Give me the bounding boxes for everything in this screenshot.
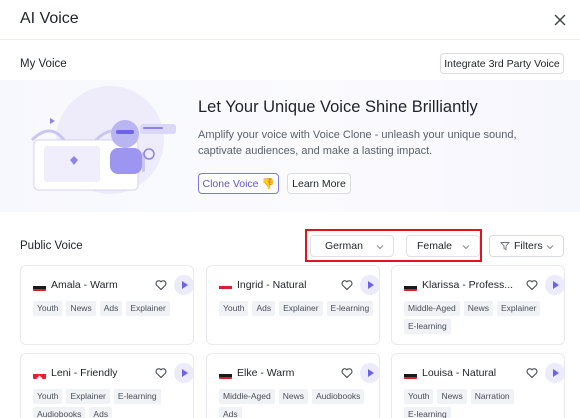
germany-flag-icon <box>33 282 46 291</box>
voice-tag: Youth <box>33 301 63 316</box>
public-voice-label: Public Voice <box>20 240 83 252</box>
language-select[interactable]: German <box>310 235 394 257</box>
voice-card[interactable]: Leni - Friendly Youth Explainer E-learning A… <box>20 353 194 418</box>
voice-tag: Explainer <box>126 301 170 316</box>
play-button[interactable] <box>360 275 380 295</box>
play-icon <box>182 281 188 289</box>
heart-icon[interactable] <box>341 279 353 291</box>
voice-tags: Middle-Aged News Explainer E-learning <box>404 301 564 334</box>
voice-tag: Youth <box>219 301 249 316</box>
dialog-header: AI Voice <box>0 0 580 40</box>
play-icon <box>553 369 559 377</box>
learn-more-button[interactable]: Learn More <box>287 173 351 194</box>
voice-tag: Audiobooks <box>33 407 86 418</box>
voice-tag: Ads <box>252 301 276 316</box>
voice-card[interactable]: Klarissa - Profess... Middle-Aged News Expl… <box>391 265 565 345</box>
voice-name: Amala - Warm <box>51 279 118 291</box>
play-icon <box>368 369 374 377</box>
voice-tag: News <box>66 301 96 316</box>
germany-flag-icon <box>404 370 417 379</box>
close-icon[interactable] <box>552 12 568 28</box>
clone-voice-button[interactable]: Clone Voice 👎 <box>198 173 279 194</box>
banner-description: Amplify your voice with Voice Clone - un… <box>198 129 517 157</box>
voice-card[interactable]: Amala - Warm Youth News Ads Explainer <box>20 265 194 345</box>
voice-tags: Youth Ads Explainer E-learning <box>219 301 379 316</box>
austria-flag-icon <box>219 282 232 291</box>
chevron-down-icon <box>462 245 470 250</box>
chevron-down-icon <box>546 245 554 250</box>
voice-tag: Ads <box>89 407 113 418</box>
voice-name: Ingrid - Natural <box>237 279 307 291</box>
voice-tags: Youth Explainer E-learning Audiobooks Ads <box>33 389 193 418</box>
voice-tag: Ads <box>219 407 242 418</box>
voice-tag: Ads <box>99 301 123 316</box>
voice-name: Elke - Warm <box>237 367 295 379</box>
my-voice-label: My Voice <box>20 58 67 70</box>
voice-tag: Explainer <box>66 389 110 404</box>
germany-flag-icon <box>404 282 417 291</box>
play-button[interactable] <box>545 275 565 295</box>
voice-tag: Youth <box>404 389 434 404</box>
voice-tags: Middle-Aged News Audiobooks Ads <box>219 389 379 418</box>
voice-tag: E-learning <box>326 301 374 316</box>
voice-tag: Explainer <box>497 301 541 316</box>
voice-clone-illustration <box>30 86 176 194</box>
voice-tag: E-learning <box>404 319 451 334</box>
play-icon <box>182 369 188 377</box>
heart-icon[interactable] <box>526 367 538 379</box>
voice-tags: Youth News Narration E-learning <box>404 389 564 418</box>
voice-card[interactable]: Louisa - Natural Youth News Narration E-lear… <box>391 353 565 418</box>
play-button[interactable] <box>545 363 565 383</box>
heart-icon[interactable] <box>155 367 167 379</box>
voice-tag: News <box>437 389 467 404</box>
play-button[interactable] <box>174 363 194 383</box>
filters-button[interactable]: Filters <box>489 235 564 257</box>
voice-tag: Narration <box>470 389 514 404</box>
voice-tags: Youth News Ads Explainer <box>33 301 193 316</box>
voice-tag: News <box>463 301 493 316</box>
voice-tag: E-learning <box>404 407 451 418</box>
dialog-title: AI Voice <box>20 10 79 27</box>
play-button[interactable] <box>360 363 380 383</box>
chevron-down-icon <box>376 245 384 250</box>
heart-icon[interactable] <box>526 279 538 291</box>
voice-tag: Explainer <box>279 301 323 316</box>
play-button[interactable] <box>174 275 194 295</box>
voice-card[interactable]: Elke - Warm Middle-Aged News Audiobooks Ads <box>206 353 380 418</box>
germany-flag-icon <box>219 370 232 379</box>
filters-label: Filters <box>514 240 543 252</box>
voice-tag: E-learning <box>113 389 161 404</box>
voice-card[interactable]: Ingrid - Natural Youth Ads Explainer E-learn… <box>206 265 380 345</box>
integrate-3rd-party-voice-button[interactable]: Integrate 3rd Party Voice <box>440 53 564 74</box>
filter-icon <box>500 242 510 251</box>
gender-select-value: Female <box>417 240 453 252</box>
language-select-value: German <box>325 240 363 252</box>
voice-name: Klarissa - Profess... <box>422 279 514 291</box>
play-icon <box>368 281 374 289</box>
voice-tag: Audiobooks <box>312 389 365 404</box>
gender-select[interactable]: Female <box>406 235 480 257</box>
switzerland-flag-icon <box>33 370 46 379</box>
voice-tag: Middle-Aged <box>404 301 460 316</box>
heart-icon[interactable] <box>341 367 353 379</box>
play-icon <box>553 281 559 289</box>
voice-name: Louisa - Natural <box>422 367 497 379</box>
voice-name: Leni - Friendly <box>51 367 118 379</box>
voice-tag: Youth <box>33 389 63 404</box>
voice-tag: Middle-Aged <box>219 389 275 404</box>
voice-tag: News <box>278 389 308 404</box>
banner-title: Let Your Unique Voice Shine Brilliantly <box>198 98 478 116</box>
heart-icon[interactable] <box>155 279 167 291</box>
